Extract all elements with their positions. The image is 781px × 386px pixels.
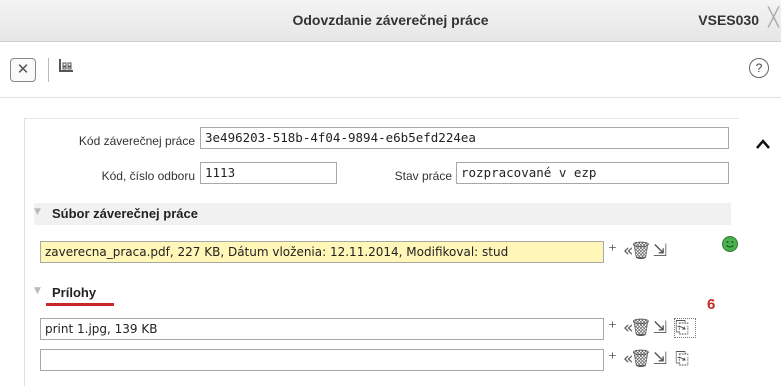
attachment-row-1-actions: ⁺«🗑⇲ ⎘ bbox=[608, 318, 696, 338]
remove-all-icon[interactable]: ⁺« bbox=[608, 241, 633, 261]
trash-icon[interactable]: 🗑 bbox=[630, 241, 652, 261]
thesis-code-field[interactable]: 3e496203-518b-4f04-9894-e6b5efd224ea bbox=[200, 127, 729, 149]
window-code: VSES030 bbox=[698, 12, 759, 28]
trash-icon[interactable]: 🗑 bbox=[630, 318, 652, 338]
import-icon[interactable]: ⇲ bbox=[652, 318, 674, 338]
toolbar: ✕ ? bbox=[0, 42, 781, 98]
trash-icon[interactable]: 🗑 bbox=[630, 349, 652, 369]
attachment-row-2-field[interactable] bbox=[40, 349, 604, 371]
attachments-underline bbox=[46, 303, 114, 306]
thesis-file-section-title: Súbor záverečnej práce bbox=[52, 206, 198, 221]
hierarchy-icon[interactable] bbox=[58, 58, 76, 80]
thesis-file-actions: ⁺«🗑⇲ bbox=[608, 241, 674, 261]
step-badge: 6 bbox=[707, 296, 716, 313]
smiley-icon bbox=[722, 236, 738, 252]
dept-code-field[interactable]: 1113 bbox=[200, 162, 337, 184]
thesis-code-label: Kód záverečnej práce bbox=[78, 134, 195, 148]
collapse-triangle-icon[interactable]: ▼ bbox=[34, 286, 41, 296]
import-icon[interactable]: ⇲ bbox=[652, 241, 674, 261]
attachment-row-2-actions: ⁺«🗑⇲ ⎘ bbox=[608, 349, 696, 369]
window-title: Odovzdanie záverečnej práce bbox=[292, 12, 489, 28]
dept-code-label: Kód, číslo odboru bbox=[101, 169, 195, 183]
smiley-icon-graphic bbox=[726, 241, 734, 248]
thesis-file-field[interactable]: zaverecna_praca.pdf, 227 KB, Dátum vlože… bbox=[40, 241, 604, 263]
import-icon[interactable]: ⇲ bbox=[652, 349, 674, 369]
close-button[interactable]: ✕ bbox=[10, 58, 36, 82]
collapse-triangle-icon[interactable]: ▼ bbox=[34, 207, 41, 217]
toolbar-divider bbox=[48, 58, 49, 82]
chevron-up-icon[interactable] bbox=[756, 134, 770, 153]
status-label: Stav práce bbox=[394, 169, 452, 183]
chevron-up-icon-graphic bbox=[756, 139, 770, 149]
hierarchy-icon-graphic bbox=[59, 59, 73, 72]
add-file-icon[interactable]: ⎘ bbox=[674, 349, 696, 369]
remove-all-icon[interactable]: ⁺« bbox=[608, 318, 633, 338]
add-file-icon[interactable]: ⎘ bbox=[674, 318, 696, 338]
attachment-row-1-field[interactable]: print 1.jpg, 139 KB bbox=[40, 318, 604, 340]
attachments-section-title: Prílohy bbox=[52, 285, 97, 300]
scrollbar[interactable] bbox=[748, 128, 778, 385]
status-field[interactable]: rozpracované v ezp bbox=[456, 162, 729, 184]
title-bar: Odovzdanie záverečnej práce VSES030 ╳ bbox=[0, 0, 781, 42]
attachments-section-header[interactable]: ▼ Prílohy bbox=[34, 282, 731, 304]
thesis-file-section-header[interactable]: ▼ Súbor záverečnej práce bbox=[34, 203, 731, 225]
help-button[interactable]: ? bbox=[749, 58, 769, 78]
remove-all-icon[interactable]: ⁺« bbox=[608, 349, 633, 369]
window-close-icon[interactable]: ╳ bbox=[768, 8, 779, 28]
